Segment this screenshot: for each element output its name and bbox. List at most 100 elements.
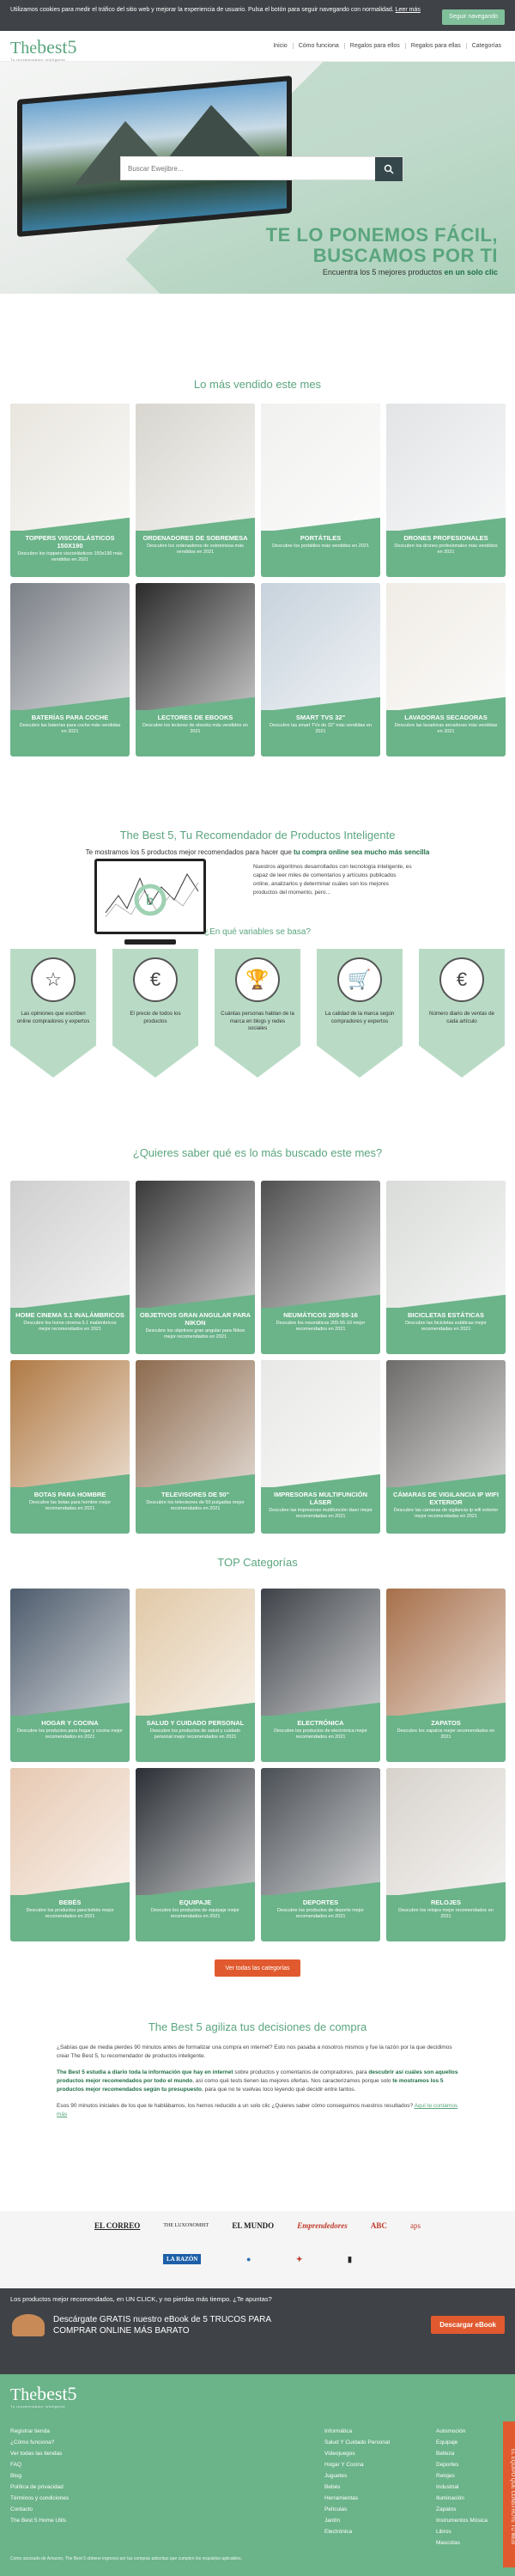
product-card-title: Relojes (430, 1899, 461, 1906)
product-card[interactable]: Relojes Descubre los relojes mejor recome… (386, 1768, 506, 1941)
footer-links-1: Registrar tienda ¿Cómo funciona? Ver todas… (10, 2426, 69, 2526)
footer-link[interactable]: Política de privacidad (10, 2482, 69, 2493)
product-card[interactable]: Bicicletas estáticas Descubre las bicicle… (386, 1181, 506, 1354)
product-card[interactable]: Toppers viscoelásticos 150x190 Descubre l… (10, 404, 130, 577)
press-logo-circle: ● (245, 2255, 251, 2263)
euro-coin-icon: € (439, 957, 484, 1002)
variable-brand-talk: 🏆 Cuántas personas hablan de la marca en … (215, 949, 300, 1095)
footer-link[interactable]: The Best 5 Home Utils (10, 2515, 69, 2526)
variable-quality: 🛒 La calidad de la marca según compradore… (317, 949, 403, 1095)
footer-link[interactable]: Bebés (324, 2482, 390, 2493)
product-card[interactable]: Baterías para coche Descubre las baterías… (10, 583, 130, 756)
product-card-description: Descubre los drones profesionales más ve… (394, 544, 498, 555)
product-image (261, 1589, 380, 1716)
slogan-sub-bold: en un solo clic (444, 268, 498, 276)
footer-link[interactable]: Salud Y Cuidado Personal (324, 2437, 390, 2448)
footer-link[interactable]: Electrónica (324, 2526, 390, 2537)
site-footer: Thebest5 Tu recomendador inteligente Reg… (0, 2374, 515, 2576)
product-card[interactable]: Equipaje Descubre los productos de equipa… (136, 1768, 255, 1941)
popular-title: ¿Quieres saber qué es lo más buscado est… (132, 1146, 383, 1159)
product-card[interactable]: Salud y cuidado personal Descubre los pro… (136, 1589, 255, 1762)
product-image (136, 1589, 255, 1716)
product-card[interactable]: Cámaras de vigilancia IP WiFi exterior De… (386, 1360, 506, 1534)
variable-price: € El precio de todos los productos (112, 949, 198, 1095)
product-card[interactable]: Neumáticos 205-55-16 Descubre los neumáti… (261, 1181, 380, 1354)
search-input[interactable] (121, 157, 375, 179)
product-image (386, 404, 506, 532)
product-card-title: Botas para hombre (33, 1491, 106, 1498)
trophy-icon: 🏆 (235, 957, 280, 1002)
product-card[interactable]: Bebés Descubre los productos para bebés m… (10, 1768, 130, 1941)
product-image (386, 1181, 506, 1309)
footer-link[interactable]: Informática (324, 2426, 390, 2437)
product-card[interactable]: Objetivos gran angular para Nikon Descubr… (136, 1181, 255, 1354)
cookie-accept-button[interactable]: Seguir navegando (442, 9, 505, 25)
footer-link[interactable]: Hogar Y Cocina (324, 2459, 390, 2470)
product-card[interactable]: Botas para hombre Descubre las botas para… (10, 1360, 130, 1534)
footer-link[interactable]: FAQ (10, 2459, 69, 2470)
product-card-title: Baterías para coche (31, 714, 109, 721)
footer-link[interactable]: Relojes (436, 2470, 488, 2482)
product-image (386, 1768, 506, 1896)
product-card-title: Bicicletas estáticas (407, 1311, 485, 1319)
product-card[interactable]: Deportes Descubre los productos de deport… (261, 1768, 380, 1941)
nav-regalos-ellos[interactable]: Regalos para ellos (345, 43, 406, 49)
press-logo-aps: aps (410, 2221, 421, 2230)
footer-link[interactable]: Mascotas (436, 2537, 488, 2549)
product-card[interactable]: Televisores de 50" Descubre los televisor… (136, 1360, 255, 1534)
footer-link[interactable]: Juguetes (324, 2470, 390, 2482)
product-card[interactable]: Home cinema 5.1 inalámbricos Descubre los… (10, 1181, 130, 1354)
footer-link[interactable]: Jardín (324, 2515, 390, 2526)
product-card-description: Descubre las baterías para coche más ven… (19, 723, 121, 734)
product-card-title: Electrónica (297, 1719, 344, 1727)
footer-link[interactable]: Películas (324, 2504, 390, 2515)
footer-link[interactable]: Videojuegos (324, 2448, 390, 2459)
cookie-read-more-link[interactable]: Leer más (396, 7, 421, 13)
download-ebook-button[interactable]: Descargar eBook (431, 2316, 505, 2334)
product-card[interactable]: Zapatos Descubre los zapatos mejor recome… (386, 1589, 506, 1762)
footer-link[interactable]: Herramientas (324, 2493, 390, 2504)
footer-link[interactable]: Ver todas las tiendas (10, 2448, 69, 2459)
product-card[interactable]: Drones profesionales Descubre los drones … (386, 404, 506, 577)
site-logo[interactable]: Thebest5 Tu recomendador inteligente (10, 38, 77, 63)
product-image (261, 583, 380, 711)
product-card[interactable]: Impresoras multifunción láser Descubre la… (261, 1360, 380, 1534)
product-card[interactable]: Ordenadores de sobremesa Descubre los ord… (136, 404, 255, 577)
footer-link[interactable]: Términos y condiciones (10, 2493, 69, 2504)
nav-regalos-ellas[interactable]: Regalos para ellas (406, 43, 467, 49)
bestsellers-grid: Toppers viscoelásticos 150x190 Descubre l… (10, 404, 506, 756)
product-card[interactable]: Hogar y cocina Descubre los productos par… (10, 1589, 130, 1762)
footer-link[interactable]: ¿Cómo funciona? (10, 2437, 69, 2448)
product-card[interactable]: Smart TVs 32" Descubre las smart TVs de 3… (261, 583, 380, 756)
product-card[interactable]: Lectores de ebooks Descubre los lectores … (136, 583, 255, 756)
nav-como-funciona[interactable]: Cómo funciona (294, 43, 345, 49)
nav-categorias[interactable]: Categorías (467, 43, 506, 49)
footer-link[interactable]: Registrar tienda (10, 2426, 69, 2437)
footer-link[interactable]: Contacto (10, 2504, 69, 2515)
product-card[interactable]: Portátiles Descubre los portátiles más ve… (261, 404, 380, 577)
footer-link[interactable]: Blog (10, 2470, 69, 2482)
product-image (10, 1589, 130, 1716)
side-feedback-tab[interactable]: EL EQUIPO QUE CONSTRUYE TU WEB (503, 2421, 515, 2567)
footer-link[interactable]: Automoción (436, 2426, 488, 2437)
nav-inicio[interactable]: Inicio (268, 43, 294, 49)
all-categories-button[interactable]: Ver todas las categorías (215, 1959, 300, 1977)
footer-link[interactable]: Equipaje (436, 2437, 488, 2448)
footer-link[interactable]: Deportes (436, 2459, 488, 2470)
footer-link[interactable]: Libros (436, 2526, 488, 2537)
footer-link[interactable]: Belleza (436, 2448, 488, 2459)
algorithm-description: Nuestros algoritmos desarrollados con te… (253, 864, 412, 896)
intro-section: The Best 5, Tu Recomendador de Productos… (0, 829, 515, 856)
footer-link[interactable]: Iluminación (436, 2493, 488, 2504)
intro-title: The Best 5, Tu Recomendador de Productos… (119, 829, 396, 841)
footer-link[interactable]: Industrial (436, 2482, 488, 2493)
product-card-description: Descubre las bicicletas estáticas mejor … (405, 1321, 487, 1332)
footer-logo[interactable]: Thebest5 Tu recomendador inteligente (10, 2385, 77, 2409)
footer-link[interactable]: Instrumentos Música (436, 2515, 488, 2526)
product-image (136, 583, 255, 711)
product-card-description: Descubre las smart TVs de 32" más vendid… (270, 723, 372, 734)
product-card[interactable]: Lavadoras secadoras Descubre las lavadora… (386, 583, 506, 756)
search-button[interactable] (375, 157, 403, 181)
footer-link[interactable]: Zapatos (436, 2504, 488, 2515)
product-card[interactable]: Electrónica Descubre los productos de ele… (261, 1589, 380, 1762)
